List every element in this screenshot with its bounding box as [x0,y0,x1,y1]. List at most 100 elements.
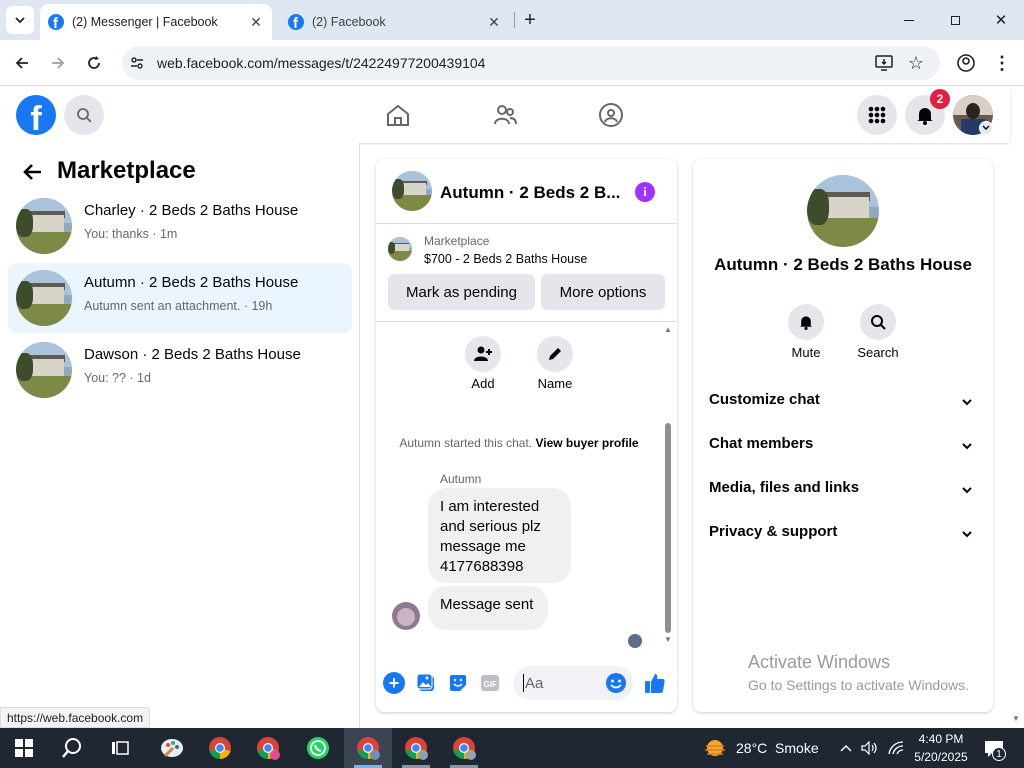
chrome-active-icon[interactable] [352,732,384,764]
back-arrow-icon[interactable] [18,158,46,186]
restore-icon[interactable] [942,8,968,32]
search-icon[interactable] [64,95,104,135]
windows-start-icon[interactable] [10,736,38,760]
conversation-item-selected[interactable]: Autumn · 2 Beds 2 Baths House Autumn sen… [8,263,352,333]
tab-search-icon[interactable] [6,6,34,34]
chrome-profile-3-icon[interactable] [448,732,480,764]
clock-time[interactable]: 4:40 PM [916,732,966,746]
message-line: I am interested [440,498,540,515]
conversation-preview: Autumn sent an attachment. · 19h [84,299,273,313]
volume-icon[interactable] [860,739,880,757]
task-view-icon[interactable] [104,734,136,762]
chevron-down-icon [961,527,973,544]
close-window-icon[interactable]: ✕ [988,8,1014,32]
tab-divider [514,12,515,28]
site-info-icon[interactable] [127,53,147,73]
whatsapp-icon[interactable] [302,732,334,764]
chat-scrollbar[interactable]: ▲ ▼ [663,325,673,649]
privacy-support-section[interactable]: Privacy & support [709,523,981,547]
forward-icon[interactable] [46,52,70,74]
bookmark-star-icon[interactable]: ☆ [905,52,927,74]
chrome-profile-2-icon[interactable] [400,732,432,764]
chat-avatar[interactable] [392,171,432,211]
listing-thumbnail [16,342,72,398]
close-tab-icon[interactable]: ✕ [248,14,264,30]
clock-date[interactable]: 5/20/2025 [910,750,972,764]
conversation-item[interactable]: Charley · 2 Beds 2 Baths House You: than… [8,191,352,261]
install-app-icon[interactable] [873,53,895,73]
weather-text[interactable]: 28°C Smoke [736,740,819,756]
back-icon[interactable] [10,52,34,74]
chrome-profile-icon[interactable] [252,732,284,764]
mute-bell-icon[interactable] [788,304,824,340]
home-icon[interactable] [384,101,412,129]
emoji-icon[interactable] [605,672,627,694]
status-url-bubble: https://web.facebook.com [0,707,151,728]
conversation-title: Autumn · 2 Beds 2 Baths House [84,274,299,291]
edit-name-icon[interactable] [537,336,573,372]
profile-icon[interactable] [955,52,977,74]
chat-started-text: Autumn started this chat. [399,436,533,450]
add-people-icon[interactable] [465,336,501,372]
conversation-title: Dawson · 2 Beds 2 Baths House [84,346,301,363]
account-chevron-icon[interactable] [979,121,993,135]
activate-windows-title: Activate Windows [748,652,891,672]
info-icon[interactable]: i [635,182,655,202]
menu-grid-icon[interactable] [857,95,897,135]
browser-tab-strip: f (2) Messenger | Facebook ✕ f (2) Faceb… [0,0,1024,40]
show-hidden-icons-icon[interactable] [838,740,854,756]
groups-icon[interactable] [597,101,625,129]
close-tab-icon[interactable]: ✕ [486,14,502,30]
url-text[interactable]: web.facebook.com/messages/t/242249772004… [157,55,485,71]
minimize-icon[interactable] [896,8,922,32]
chat-started-notice: Autumn started this chat. View buyer pro… [376,436,662,450]
page-scroll-down-icon[interactable]: ▼ [1012,714,1020,723]
tab-messenger[interactable]: f (2) Messenger | Facebook ✕ [40,4,272,40]
tab-title: (2) Messenger | Facebook [72,15,218,29]
gif-icon[interactable]: GIF [479,672,501,694]
tab-facebook[interactable]: f (2) Facebook ✕ [280,4,510,40]
view-buyer-profile-link[interactable]: View buyer profile [535,436,638,450]
more-options-button[interactable]: More options [541,274,665,310]
mark-as-pending-button[interactable]: Mark as pending [388,274,535,310]
message-bubble[interactable]: Message sent [428,586,548,630]
conversation-item[interactable]: Dawson · 2 Beds 2 Baths House You: ?? · … [8,335,352,405]
friends-icon[interactable] [491,101,519,129]
reload-icon[interactable] [82,52,106,74]
weather-smoke-icon[interactable] [703,737,727,759]
facebook-logo-icon[interactable]: f [16,95,56,138]
sticker-icon[interactable] [447,672,469,694]
message-line: Message sent [440,596,534,613]
listing-source: Marketplace [424,234,490,248]
scrollbar-thumb[interactable] [665,423,671,633]
message-placeholder: Aa [525,675,544,692]
message-input[interactable]: Aa [513,666,633,700]
search-conversation-icon[interactable] [860,304,896,340]
conversation-preview: You: thanks · 1m [84,227,178,241]
divider [376,223,677,224]
message-bubble[interactable]: I am interested and serious plz message … [428,488,571,583]
chevron-down-icon [961,439,973,456]
notification-count-badge: 1 [992,747,1006,761]
like-thumbs-up-icon[interactable] [642,670,668,696]
paint-app-icon[interactable] [156,732,188,764]
taskbar-search-icon[interactable] [56,734,88,762]
sidebar-title: Marketplace [57,157,196,184]
new-tab-icon[interactable]: + [520,9,540,31]
attach-photo-icon[interactable] [415,672,437,694]
customize-chat-section[interactable]: Customize chat [709,391,981,415]
seen-avatar [628,634,642,648]
media-files-links-section[interactable]: Media, files and links [709,479,981,503]
chat-window: Autumn · 2 Beds 2 B... i Marketplace $70… [376,159,677,712]
more-actions-plus-icon[interactable]: + [383,672,405,694]
section-label: Chat members [709,435,814,452]
message-line: message me [440,538,526,555]
network-icon[interactable] [886,739,906,757]
chat-members-section[interactable]: Chat members [709,435,981,459]
browser-menu-icon[interactable]: ⋮ [992,52,1012,74]
chrome-icon[interactable] [204,732,236,764]
listing-title[interactable]: $700 - 2 Beds 2 Baths House [424,252,587,266]
chat-header-title[interactable]: Autumn · 2 Beds 2 B... [440,183,620,203]
chevron-down-icon [961,483,973,500]
conversation-info-panel: Autumn · 2 Beds 2 Baths House Mute Searc… [693,159,993,712]
